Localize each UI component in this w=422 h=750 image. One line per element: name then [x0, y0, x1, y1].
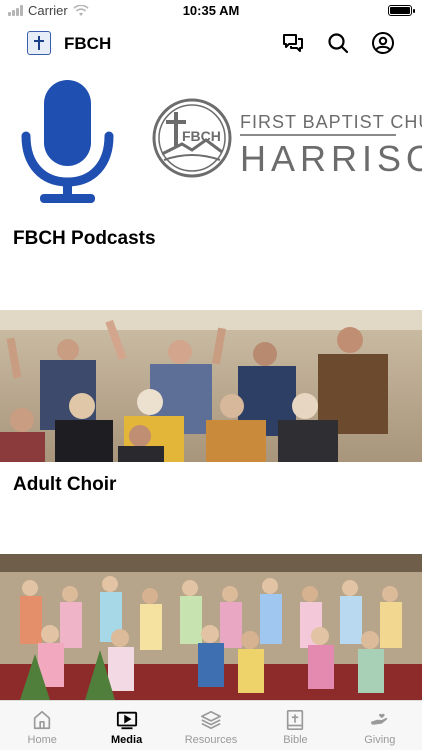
- card-title: FBCH Podcasts: [13, 228, 156, 249]
- tab-resources[interactable]: Resources: [169, 701, 253, 750]
- chat-icon[interactable]: [281, 31, 305, 55]
- battery-icon: [388, 5, 415, 16]
- church-seal-text: FBCH: [182, 128, 221, 144]
- tab-media[interactable]: Media: [84, 701, 168, 750]
- adult-choir-photo: [0, 310, 422, 462]
- bible-icon: [287, 710, 304, 730]
- media-card-childrens-choir[interactable]: [0, 554, 422, 700]
- tab-label: Home: [27, 734, 57, 746]
- status-time: 10:35 AM: [182, 3, 240, 18]
- search-icon[interactable]: [326, 31, 350, 55]
- divider: [240, 134, 396, 136]
- tab-label: Resources: [184, 734, 238, 746]
- media-card-adult-choir[interactable]: Adult Choir: [0, 310, 422, 554]
- tab-giving[interactable]: Giving: [338, 701, 422, 750]
- status-bar: Carrier 10:35 AM: [0, 0, 422, 22]
- tab-label: Giving: [364, 734, 396, 746]
- tab-label: Media: [111, 734, 143, 746]
- app-logo-icon: [27, 31, 51, 55]
- giving-icon: [370, 713, 388, 725]
- church-name-line1: FIRST BAPTIST CHURCH: [240, 112, 422, 132]
- church-logo: FBCH FIRST BAPTIST CHURCH HARRISON: [152, 98, 422, 179]
- tab-home[interactable]: Home: [0, 701, 84, 750]
- childrens-choir-photo: [0, 554, 422, 700]
- media-card-podcasts[interactable]: FBCH FIRST BAPTIST CHURCH HARRISON FBCH …: [0, 66, 422, 310]
- microphone-icon: [21, 80, 114, 203]
- layers-icon: [201, 710, 222, 730]
- home-icon: [34, 710, 51, 730]
- tab-label: Bible: [283, 734, 308, 746]
- profile-icon[interactable]: [371, 31, 395, 55]
- app-title: FBCH: [64, 34, 112, 53]
- media-list[interactable]: FBCH FIRST BAPTIST CHURCH HARRISON FBCH …: [0, 66, 422, 700]
- card-title: Adult Choir: [13, 474, 117, 495]
- tab-bible[interactable]: Bible: [253, 701, 337, 750]
- app-header: FBCH: [0, 22, 422, 66]
- tab-bar: Home Media Resources Bible Giving: [0, 700, 422, 750]
- podcast-banner: FBCH FIRST BAPTIST CHURCH HARRISON: [0, 66, 422, 216]
- church-name-line2: HARRISON: [240, 138, 422, 179]
- media-icon: [116, 711, 137, 730]
